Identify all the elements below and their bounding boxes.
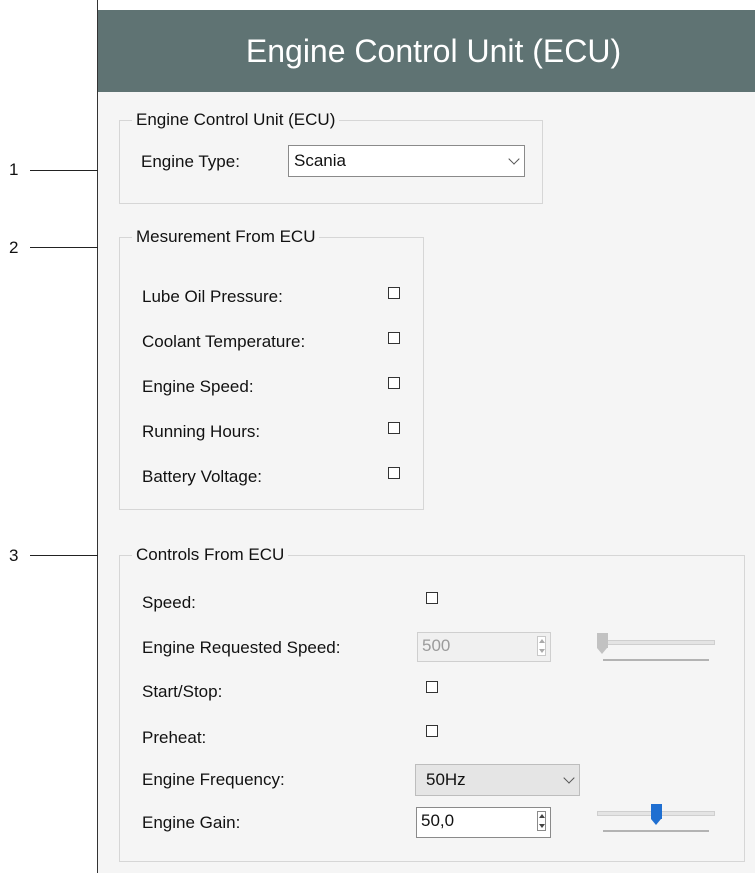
engine-speed-checkbox[interactable] [388,377,400,389]
controls-group: Controls From ECU Speed: Engine Requeste… [119,545,745,862]
engine-gain-slider[interactable] [597,802,715,836]
running-hours-label: Running Hours: [142,422,261,441]
speed-label: Speed: [142,593,196,612]
preheat-checkbox[interactable] [426,725,438,737]
engine-frequency-value: 50Hz [426,770,466,789]
spinner-arrows-icon[interactable] [537,811,546,831]
ecu-group: Engine Control Unit (ECU) Engine Type: S… [119,110,543,204]
coolant-temperature-checkbox[interactable] [388,332,400,344]
engine-speed-label: Engine Speed: [142,377,254,396]
battery-voltage-checkbox[interactable] [388,467,400,479]
callout-3: 3 [9,546,19,565]
engine-frequency-label: Engine Frequency: [142,770,285,789]
measurement-group: Mesurement From ECU Lube Oil Pressure: C… [119,227,424,510]
engine-requested-speed-input[interactable]: 500 [417,632,551,662]
start-stop-label: Start/Stop: [142,682,223,701]
engine-requested-speed-slider[interactable] [597,631,715,665]
speed-checkbox[interactable] [426,592,438,604]
slider-baseline [603,659,709,661]
chevron-down-icon [508,153,520,165]
callout-2: 2 [9,238,19,257]
slider-baseline [603,830,709,832]
controls-group-legend: Controls From ECU [132,545,289,565]
running-hours-checkbox[interactable] [388,422,400,434]
lube-oil-pressure-label: Lube Oil Pressure: [142,287,283,306]
engine-requested-speed-label: Engine Requested Speed: [142,638,341,657]
engine-requested-speed-value: 500 [422,636,451,655]
lube-oil-pressure-checkbox[interactable] [388,287,400,299]
slider-thumb[interactable] [650,804,662,826]
page-header: Engine Control Unit (ECU) [98,10,755,92]
engine-type-label: Engine Type: [141,152,240,171]
spinner-arrows-icon[interactable] [537,636,546,656]
ecu-group-legend: Engine Control Unit (ECU) [132,110,340,130]
preheat-label: Preheat: [142,728,207,747]
slider-track [597,640,715,645]
callout-1: 1 [9,160,19,179]
engine-gain-input[interactable]: 50,0 [416,807,551,838]
engine-frequency-select[interactable]: 50Hz [415,764,580,796]
measurement-group-legend: Mesurement From ECU [132,227,320,247]
coolant-temperature-label: Coolant Temperature: [142,332,306,351]
page-title: Engine Control Unit (ECU) [245,32,622,69]
engine-type-select[interactable]: Scania [288,145,525,177]
engine-gain-label: Engine Gain: [142,813,241,832]
battery-voltage-label: Battery Voltage: [142,467,263,486]
settings-panel: Engine Control Unit (ECU) Engine Type: S… [98,92,755,873]
start-stop-checkbox[interactable] [426,681,438,693]
engine-type-value: Scania [294,151,346,170]
chevron-down-icon [563,772,575,784]
slider-thumb[interactable] [597,633,608,655]
engine-gain-value: 50,0 [421,811,455,830]
